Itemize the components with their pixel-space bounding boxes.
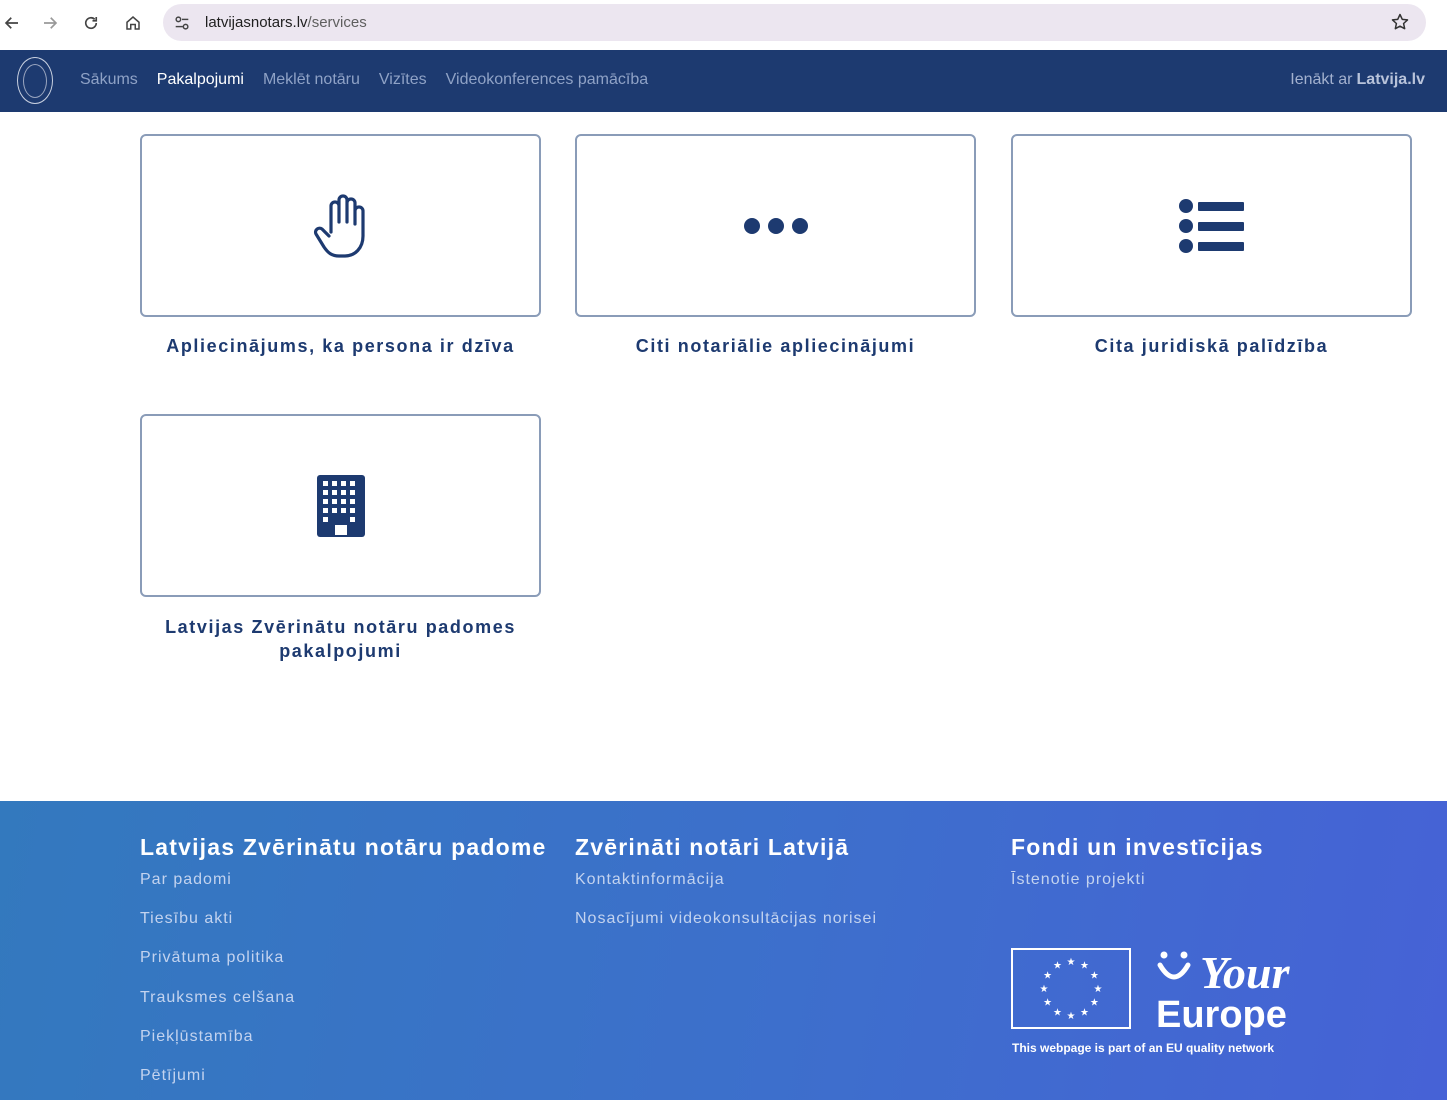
eu-star: ★ <box>1053 1007 1062 1018</box>
login-prefix: Ienākt ar <box>1290 71 1353 88</box>
main-nav: Sākums Pakalpojumi Meklēt notāru Vizītes… <box>80 71 648 89</box>
service-label[interactable]: Citi notariālie apliecinājumi <box>575 334 976 358</box>
service-label[interactable]: Latvijas Zvērinātu notāru padomes pakalp… <box>140 615 541 663</box>
eu-star: ★ <box>1043 998 1052 1009</box>
your-europe-europe: Europe <box>1156 994 1287 1036</box>
forward-icon[interactable] <box>38 11 62 35</box>
list-icon <box>1178 198 1244 253</box>
eu-star: ★ <box>1053 961 1062 972</box>
nav-services[interactable]: Pakalpojumi <box>157 71 244 89</box>
service-card-legal-assistance[interactable] <box>1011 134 1412 317</box>
footer-column-funds: Fondi un investīcijas Īstenotie projekti <box>1011 834 1264 910</box>
ellipsis-icon <box>743 217 808 234</box>
notary-logo[interactable] <box>17 57 53 104</box>
eu-star: ★ <box>1080 961 1089 972</box>
footer-link[interactable]: Nosacījumi videokonsultācijas norisei <box>575 910 877 949</box>
footer-link[interactable]: Piekļūstamība <box>140 1028 546 1067</box>
nav-find-notary[interactable]: Meklēt notāru <box>263 71 360 89</box>
eu-flag-icon: ★ ★ ★ ★ ★ ★ ★ ★ ★ ★ ★ ★ <box>1011 948 1131 1029</box>
footer-links: Par padomi Tiesību akti Privātuma politi… <box>140 871 546 1100</box>
hand-icon <box>313 193 365 258</box>
footer-links: Īstenotie projekti <box>1011 871 1264 910</box>
building-icon <box>316 474 365 537</box>
url-path: /services <box>307 14 367 31</box>
service-card-other-certifications[interactable] <box>575 134 976 317</box>
latvija-lv-logo: Latvija.lv <box>1356 71 1425 88</box>
footer-link[interactable]: Tiesību akti <box>140 910 546 949</box>
reload-icon[interactable] <box>79 11 103 35</box>
bookmark-star-icon[interactable] <box>1390 12 1410 32</box>
footer-column-council: Latvijas Zvērinātu notāru padome Par pad… <box>140 834 546 1100</box>
eu-star: ★ <box>1090 971 1099 982</box>
eu-star: ★ <box>1094 984 1103 995</box>
service-label[interactable]: Cita juridiskā palīdzība <box>1011 334 1412 358</box>
browser-toolbar: latvijasnotars.lv/services <box>0 0 1447 50</box>
eu-star: ★ <box>1067 957 1076 968</box>
nav-videoconference-guide[interactable]: Videokonferences pamācība <box>446 71 649 89</box>
eu-star: ★ <box>1080 1007 1089 1018</box>
site-header: Sākums Pakalpojumi Meklēt notāru Vizītes… <box>0 50 1447 112</box>
eu-star: ★ <box>1067 1011 1076 1022</box>
back-icon[interactable] <box>0 11 24 35</box>
footer-link[interactable]: Privātuma politika <box>140 949 546 988</box>
service-label[interactable]: Apliecinājums, ka persona ir dzīva <box>140 334 541 358</box>
footer-link[interactable]: Kontaktinformācija <box>575 871 877 910</box>
footer-link[interactable]: Par padomi <box>140 871 546 910</box>
footer-link[interactable]: Trauksmes celšana <box>140 989 546 1028</box>
service-card-council-services[interactable] <box>140 414 541 597</box>
footer-heading: Fondi un investīcijas <box>1011 834 1264 860</box>
footer-links: Kontaktinformācija Nosacījumi videokonsu… <box>575 871 877 949</box>
your-europe-logo[interactable]: Your Europe <box>1156 947 1290 1036</box>
nav-home[interactable]: Sākums <box>80 71 138 89</box>
eu-star: ★ <box>1040 984 1049 995</box>
eu-star: ★ <box>1043 971 1052 982</box>
service-card-alive-certificate[interactable] <box>140 134 541 317</box>
url-text: latvijasnotars.lv/services <box>205 14 367 31</box>
eu-quality-tagline: This webpage is part of an EU quality ne… <box>1012 1041 1275 1055</box>
logo-emblem <box>23 63 47 98</box>
footer-heading: Zvērināti notāri Latvijā <box>575 834 850 860</box>
url-domain: latvijasnotars.lv <box>205 14 308 31</box>
login-button[interactable]: Ienākt ar Latvija.lv <box>1290 71 1425 89</box>
home-icon[interactable] <box>121 11 145 35</box>
footer-heading: Latvijas Zvērinātu notāru padome <box>140 834 547 860</box>
footer-link[interactable]: Pētījumi <box>140 1067 546 1100</box>
site-settings-icon[interactable] <box>172 13 192 33</box>
footer-link[interactable]: Īstenotie projekti <box>1011 871 1264 910</box>
site-footer: Latvijas Zvērinātu notāru padome Par pad… <box>0 801 1447 1100</box>
footer-column-notaries: Zvērināti notāri Latvijā Kontaktinformāc… <box>575 834 877 949</box>
nav-visits[interactable]: Vizītes <box>379 71 427 89</box>
eu-star: ★ <box>1090 998 1099 1009</box>
your-europe-your: Your <box>1200 947 1290 998</box>
address-bar[interactable]: latvijasnotars.lv/services <box>163 4 1426 41</box>
